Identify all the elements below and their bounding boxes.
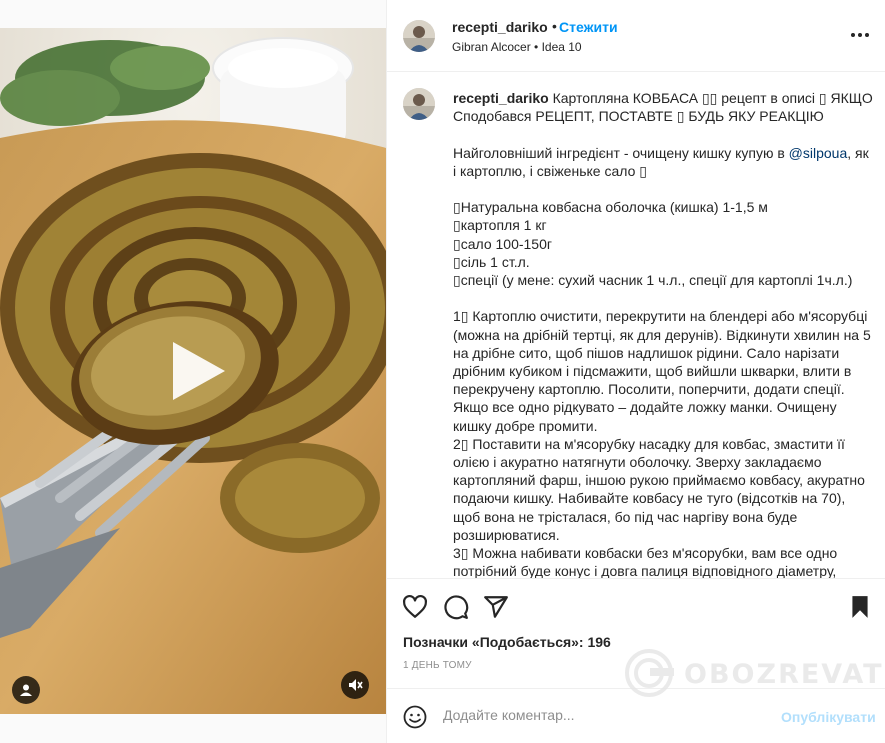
ingredient-item: ▯Натуральна ковбасна оболочка (кишка) 1-… <box>453 199 768 216</box>
post-comment-button[interactable]: Опублікувати <box>781 709 876 725</box>
avatar[interactable] <box>403 88 435 120</box>
comment-input[interactable] <box>443 707 773 723</box>
mute-button[interactable] <box>341 671 369 699</box>
media-bottom-bar <box>0 714 386 743</box>
post-actions: Позначки «Подобається»: 196 1 ДЕНЬ ТОМУ <box>387 578 885 688</box>
bookmark-icon[interactable] <box>847 594 873 620</box>
mention-link[interactable]: @silpoua <box>789 145 848 161</box>
tagged-user-button[interactable] <box>12 676 40 704</box>
recipe-step-2: 2▯ Поставити на м'ясорубку насадку для к… <box>453 435 865 543</box>
comment-bar: Опублікувати <box>387 688 885 743</box>
ingredient-item: ▯картопля 1 кг <box>453 217 547 234</box>
audio-subtitle[interactable]: Gibran Alcocer • Idea 10 <box>452 40 582 54</box>
media-top-bar <box>0 0 386 28</box>
caption-intro: Найголовніший інгредієнт - очищену кишку… <box>453 144 869 179</box>
ingredient-item: ▯спеції (у мене: сухий часник 1 ч.л., сп… <box>453 272 853 288</box>
recipe-step-3: 3▯ Можна набивати ковбаски без м'ясорубк… <box>453 545 838 578</box>
caption-first-line: recepti_dariko Картопляна КОВБАСА ▯▯ рец… <box>453 89 873 125</box>
post-panel: recepti_dariko • Стежити Gibran Alcocer … <box>386 0 885 743</box>
header-username[interactable]: recepti_dariko <box>452 19 548 35</box>
share-icon[interactable] <box>483 594 509 620</box>
emoji-icon[interactable] <box>403 705 427 729</box>
post-timestamp[interactable]: 1 ДЕНЬ ТОМУ <box>403 660 472 671</box>
post-header: recepti_dariko • Стежити Gibran Alcocer … <box>387 0 885 72</box>
more-options-icon[interactable] <box>848 25 872 45</box>
avatar[interactable] <box>403 20 435 52</box>
speaker-muted-icon <box>349 679 363 691</box>
play-icon[interactable] <box>161 336 231 406</box>
heart-icon[interactable] <box>402 594 428 620</box>
comment-icon[interactable] <box>443 594 469 620</box>
ingredient-item: ▯сало 100-150г <box>453 235 552 252</box>
follow-button[interactable]: Стежити <box>559 19 618 35</box>
recipe-step-1: 1▯ Картоплю очистити, перекрутити на бле… <box>453 308 871 434</box>
header-dot: • <box>552 18 557 34</box>
caption-username[interactable]: recepti_dariko <box>453 90 549 106</box>
likes-count[interactable]: Позначки «Подобається»: 196 <box>403 634 611 650</box>
caption-text: recepti_dariko Картопляна КОВБАСА ▯▯ рец… <box>453 89 873 578</box>
post-media <box>0 0 386 743</box>
caption-area: recepti_dariko Картопляна КОВБАСА ▯▯ рец… <box>387 73 885 578</box>
user-icon <box>20 684 32 696</box>
ingredient-item: ▯сіль 1 ст.л. <box>453 253 530 270</box>
